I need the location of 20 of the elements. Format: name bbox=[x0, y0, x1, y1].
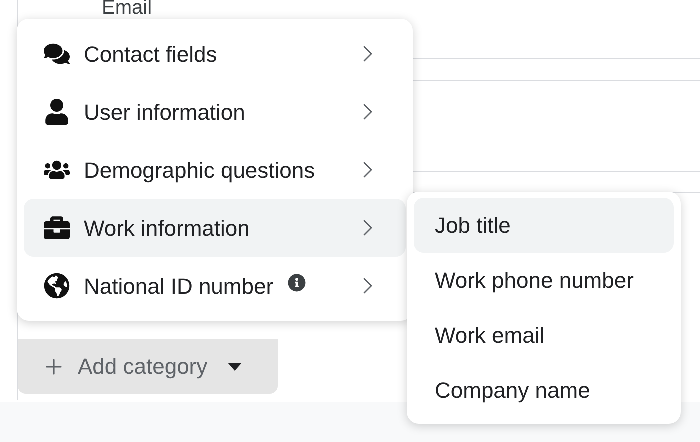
submenu-item[interactable]: Work email bbox=[414, 308, 674, 363]
menu-item-label: User information bbox=[84, 98, 246, 126]
menu-item[interactable]: National ID number bbox=[24, 257, 406, 315]
submenu-item[interactable]: Work phone number bbox=[414, 253, 674, 308]
add-category-button[interactable]: Add category bbox=[18, 339, 278, 394]
menu-item[interactable]: Contact fields bbox=[24, 25, 406, 83]
briefcase-icon bbox=[44, 215, 70, 241]
person-icon bbox=[44, 99, 70, 125]
chat-bubbles-icon bbox=[44, 41, 70, 67]
globe-icon bbox=[44, 273, 70, 299]
menu-item-label: Contact fields bbox=[84, 40, 218, 68]
menu-item[interactable]: User information bbox=[24, 83, 406, 141]
menu-item[interactable]: Demographic questions bbox=[24, 141, 406, 199]
menu-item[interactable]: Work information bbox=[24, 199, 406, 257]
submenu-item[interactable]: Job title bbox=[414, 198, 674, 253]
caret-icon bbox=[228, 362, 242, 370]
submenu-item[interactable]: Company name bbox=[414, 363, 674, 418]
menu-item-label: Demographic questions bbox=[84, 156, 316, 185]
menu-item-label: Work information bbox=[84, 214, 250, 242]
menu-item-label: National ID number bbox=[84, 272, 274, 300]
